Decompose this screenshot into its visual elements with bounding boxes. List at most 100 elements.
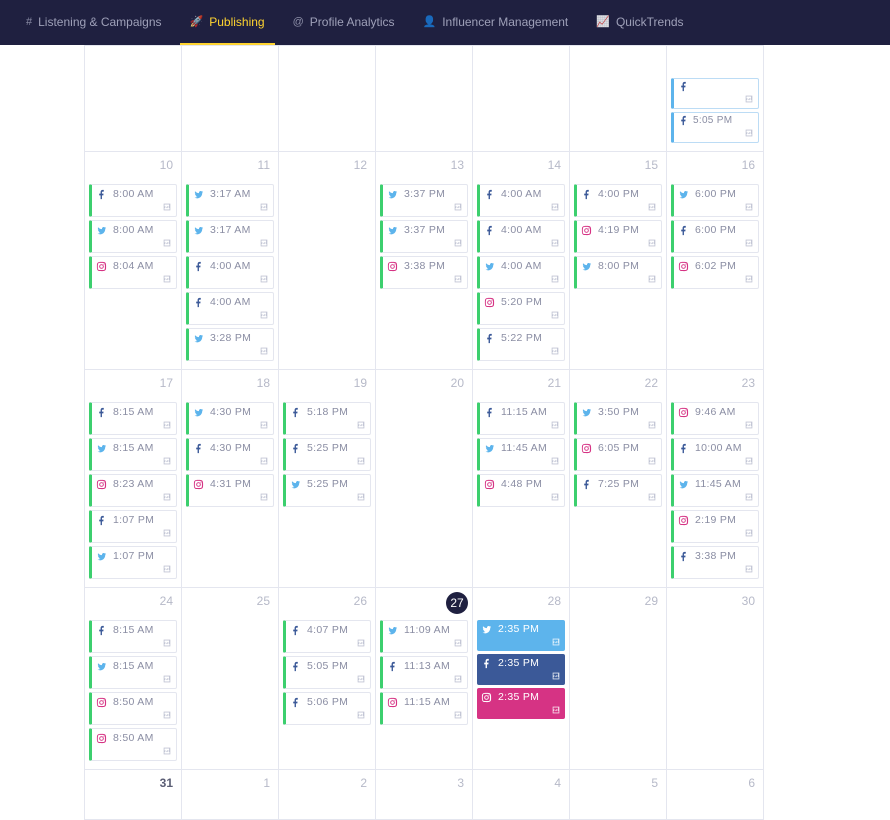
scheduled-post[interactable]: 8:15 AM [89,438,177,471]
calendar-cell[interactable]: 3 [376,770,473,820]
calendar-cell[interactable]: 108:00 AM8:00 AM8:04 AM [85,152,182,370]
calendar-cell[interactable]: 282:35 PM2:35 PM2:35 PM [473,588,570,770]
calendar-cell[interactable]: 264:07 PM5:05 PM5:06 PM [279,588,376,770]
scheduled-post[interactable]: 11:45 AM [671,474,759,507]
scheduled-post[interactable]: 3:17 AM [186,220,274,253]
scheduled-post[interactable]: 6:05 PM [574,438,662,471]
scheduled-post[interactable]: 10:00 AM [671,438,759,471]
scheduled-post[interactable]: 4:07 PM [283,620,371,653]
scheduled-post[interactable]: 3:50 PM [574,402,662,435]
scheduled-post[interactable]: 11:09 AM [380,620,468,653]
scheduled-post[interactable]: 7:25 PM [574,474,662,507]
scheduled-post[interactable]: 5:05 PM [671,112,759,143]
nav-publishing[interactable]: 🚀 Publishing [180,1,275,45]
scheduled-post[interactable]: 8:04 AM [89,256,177,289]
scheduled-post[interactable]: 4:00 AM [186,292,274,325]
scheduled-post[interactable]: 4:00 AM [477,256,565,289]
nav-profile-analytics[interactable]: @ Profile Analytics [283,1,405,45]
calendar-cell[interactable]: 20 [376,370,473,588]
scheduled-post[interactable]: 2:35 PM [477,654,565,685]
nav-listening[interactable]: # Listening & Campaigns [16,1,172,45]
calendar-cell[interactable] [570,46,667,152]
scheduled-post[interactable]: 8:00 AM [89,184,177,217]
calendar-cell[interactable]: 184:30 PM4:30 PM4:31 PM [182,370,279,588]
nav-influencer-mgmt[interactable]: 👤 Influencer Management [412,1,578,45]
calendar-cell[interactable]: 239:46 AM10:00 AM11:45 AM2:19 PM3:38 PM [667,370,764,588]
calendar-cell[interactable]: 1 [182,770,279,820]
scheduled-post[interactable]: 3:28 PM [186,328,274,361]
scheduled-post[interactable]: 4:30 PM [186,438,274,471]
scheduled-post[interactable]: 1:07 PM [89,546,177,579]
calendar-cell[interactable]: 248:15 AM8:15 AM8:50 AM8:50 AM [85,588,182,770]
calendar-cell[interactable]: 144:00 AM4:00 AM4:00 AM5:20 PM5:22 PM [473,152,570,370]
scheduled-post[interactable]: 3:38 PM [380,256,468,289]
scheduled-post[interactable]: 5:22 PM [477,328,565,361]
calendar-cell[interactable]: 31 [85,770,182,820]
calendar-cell[interactable]: 2111:15 AM11:45 AM4:48 PM [473,370,570,588]
scheduled-post[interactable]: 4:19 PM [574,220,662,253]
scheduled-post[interactable]: 2:35 PM [477,688,565,719]
calendar-cell[interactable]: 30 [667,588,764,770]
calendar-cell[interactable]: 113:17 AM3:17 AM4:00 AM4:00 AM3:28 PM [182,152,279,370]
calendar-cell[interactable]: 6 [667,770,764,820]
scheduled-post[interactable]: 11:45 AM [477,438,565,471]
scheduled-post[interactable]: 5:05 PM [283,656,371,689]
scheduled-post[interactable]: 3:37 PM [380,220,468,253]
scheduled-post[interactable]: 8:15 AM [89,620,177,653]
scheduled-post[interactable]: 5:06 PM [283,692,371,725]
scheduled-post[interactable]: 5:18 PM [283,402,371,435]
scheduled-post[interactable]: 8:23 AM [89,474,177,507]
day-number: 10 [160,158,173,172]
calendar-cell[interactable] [182,46,279,152]
scheduled-post[interactable]: 11:15 AM [477,402,565,435]
calendar-cell[interactable]: 154:00 PM4:19 PM8:00 PM [570,152,667,370]
calendar-cell[interactable]: 4 [473,770,570,820]
nav-quicktrends[interactable]: 📈 QuickTrends [586,1,693,45]
calendar-cell[interactable] [279,46,376,152]
calendar-cell[interactable]: 178:15 AM8:15 AM8:23 AM1:07 PM1:07 PM [85,370,182,588]
scheduled-post[interactable]: 8:00 AM [89,220,177,253]
scheduled-post[interactable]: 6:00 PM [671,220,759,253]
scheduled-post[interactable]: 4:30 PM [186,402,274,435]
scheduled-post[interactable]: 5:25 PM [283,438,371,471]
scheduled-post[interactable]: 5:25 PM [283,474,371,507]
scheduled-post[interactable]: 4:00 AM [477,220,565,253]
scheduled-post[interactable]: 4:48 PM [477,474,565,507]
calendar-cell[interactable] [376,46,473,152]
calendar-cell[interactable] [473,46,570,152]
scheduled-post[interactable]: 4:31 PM [186,474,274,507]
calendar-cell[interactable]: 12 [279,152,376,370]
calendar-cell[interactable]: 29 [570,588,667,770]
calendar-cell[interactable] [85,46,182,152]
scheduled-post[interactable]: 8:00 PM [574,256,662,289]
scheduled-post[interactable]: 4:00 AM [186,256,274,289]
scheduled-post[interactable]: 4:00 AM [477,184,565,217]
calendar-cell[interactable]: 5:05 PM [667,46,764,152]
scheduled-post[interactable]: 8:50 AM [89,692,177,725]
scheduled-post[interactable]: 6:02 PM [671,256,759,289]
calendar-cell[interactable]: 2 [279,770,376,820]
calendar-cell[interactable]: 133:37 PM3:37 PM3:38 PM [376,152,473,370]
scheduled-post[interactable]: 11:15 AM [380,692,468,725]
scheduled-post[interactable]: 3:38 PM [671,546,759,579]
scheduled-post[interactable]: 3:17 AM [186,184,274,217]
calendar-cell[interactable]: 166:00 PM6:00 PM6:02 PM [667,152,764,370]
calendar-cell[interactable]: 223:50 PM6:05 PM7:25 PM [570,370,667,588]
scheduled-post[interactable]: 8:15 AM [89,402,177,435]
scheduled-post[interactable]: 6:00 PM [671,184,759,217]
scheduled-post[interactable]: 5:20 PM [477,292,565,325]
calendar-cell[interactable]: 5 [570,770,667,820]
scheduled-post[interactable]: 8:15 AM [89,656,177,689]
scheduled-post[interactable]: 2:35 PM [477,620,565,651]
scheduled-post[interactable]: 1:07 PM [89,510,177,543]
scheduled-post[interactable]: 4:00 PM [574,184,662,217]
scheduled-post[interactable]: 2:19 PM [671,510,759,543]
calendar-cell[interactable]: 2711:09 AM11:13 AM11:15 AM [376,588,473,770]
scheduled-post[interactable]: 11:13 AM [380,656,468,689]
scheduled-post[interactable]: 3:37 PM [380,184,468,217]
calendar-cell[interactable]: 25 [182,588,279,770]
scheduled-post[interactable] [671,78,759,109]
scheduled-post[interactable]: 9:46 AM [671,402,759,435]
scheduled-post[interactable]: 8:50 AM [89,728,177,761]
calendar-cell[interactable]: 195:18 PM5:25 PM5:25 PM [279,370,376,588]
